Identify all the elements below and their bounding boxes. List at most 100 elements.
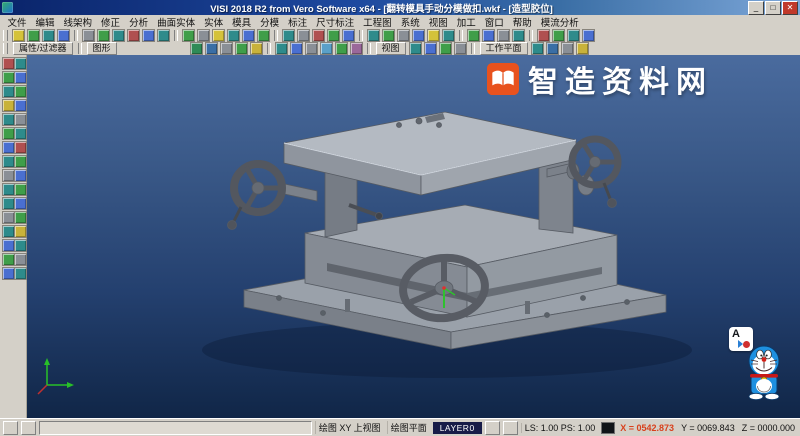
menu-item[interactable]: 实体 <box>200 15 228 29</box>
toolbar-icon[interactable] <box>454 42 467 55</box>
sidebar-icon[interactable] <box>14 183 27 196</box>
toolbar-icon[interactable] <box>561 42 574 55</box>
sidebar-icon[interactable] <box>14 169 27 182</box>
sidebar-icon[interactable] <box>14 113 27 126</box>
toolbar-icon[interactable] <box>350 42 363 55</box>
toolbar-icon[interactable] <box>282 29 295 42</box>
toolbar-icon[interactable] <box>142 29 155 42</box>
sidebar-icon[interactable] <box>14 197 27 210</box>
toolbar-icon[interactable] <box>335 42 348 55</box>
toolbar-icon[interactable] <box>482 29 495 42</box>
menu-item[interactable]: 加工 <box>452 15 480 29</box>
toolbar-icon[interactable] <box>312 29 325 42</box>
toolbar-icon[interactable] <box>439 42 452 55</box>
toolbar-icon[interactable] <box>531 42 544 55</box>
menu-item[interactable]: 窗口 <box>480 15 508 29</box>
status-attr-button[interactable] <box>503 421 518 435</box>
toolbar-icon[interactable] <box>112 29 125 42</box>
menu-item[interactable]: 标注 <box>284 15 312 29</box>
sidebar-icon[interactable] <box>14 141 27 154</box>
sidebar-icon[interactable] <box>14 253 27 266</box>
sidebar-icon[interactable] <box>14 267 27 280</box>
toolbar-group-label[interactable]: 工作平面 <box>480 42 528 55</box>
status-plane-label[interactable]: 绘图平面 <box>387 421 430 434</box>
status-snap-button[interactable] <box>3 421 18 435</box>
toolbar-icon[interactable] <box>305 42 318 55</box>
menu-item[interactable]: 分模 <box>256 15 284 29</box>
minimize-button[interactable]: _ <box>748 1 764 15</box>
toolbar-icon[interactable] <box>427 29 440 42</box>
toolbar-icon[interactable] <box>127 29 140 42</box>
toolbar-icon[interactable] <box>537 29 550 42</box>
toolbar-icon[interactable] <box>197 29 210 42</box>
toolbar-grip[interactable] <box>3 30 8 41</box>
status-layer-badge[interactable]: LAYER0 <box>433 422 482 434</box>
toolbar-icon[interactable] <box>27 29 40 42</box>
toolbar-icon[interactable] <box>576 42 589 55</box>
toolbar-icon[interactable] <box>582 29 595 42</box>
toolbar-icon[interactable] <box>157 29 170 42</box>
toolbar-icon[interactable] <box>12 29 25 42</box>
toolbar-icon[interactable] <box>57 29 70 42</box>
menu-item[interactable]: 系统 <box>396 15 424 29</box>
toolbar-icon[interactable] <box>552 29 565 42</box>
menu-item[interactable]: 模具 <box>228 15 256 29</box>
status-color-swatch[interactable] <box>601 422 615 434</box>
toolbar-icon[interactable] <box>512 29 525 42</box>
sidebar-icon[interactable] <box>14 71 27 84</box>
status-view-label[interactable]: 绘图 XY 上视图 <box>315 421 384 434</box>
menu-item[interactable]: 分析 <box>125 15 153 29</box>
toolbar-icon[interactable] <box>42 29 55 42</box>
toolbar-icon[interactable] <box>497 29 510 42</box>
toolbar-group-label[interactable]: 属性/过滤器 <box>13 42 73 55</box>
toolbar-icon[interactable] <box>242 29 255 42</box>
menu-item[interactable]: 视图 <box>424 15 452 29</box>
status-grid-button[interactable] <box>21 421 36 435</box>
menu-item[interactable]: 修正 <box>97 15 125 29</box>
status-layer-button[interactable] <box>485 421 500 435</box>
sidebar-icon[interactable] <box>14 99 27 112</box>
sidebar-icon[interactable] <box>14 127 27 140</box>
toolbar-grip[interactable] <box>3 43 8 54</box>
toolbar-icon[interactable] <box>250 42 263 55</box>
toolbar-icon[interactable] <box>82 29 95 42</box>
title-bar[interactable]: VISI 2018 R2 from Vero Software x64 - [翻… <box>0 0 800 15</box>
toolbar-icon[interactable] <box>342 29 355 42</box>
menu-item[interactable]: 编辑 <box>31 15 59 29</box>
toolbar-icon[interactable] <box>367 29 380 42</box>
toolbar-icon[interactable] <box>212 29 225 42</box>
menu-item[interactable]: 尺寸标注 <box>312 15 359 29</box>
toolbar-icon[interactable] <box>546 42 559 55</box>
maximize-button[interactable]: □ <box>765 1 781 15</box>
menu-item[interactable]: 曲面实体 <box>153 15 200 29</box>
sidebar-icon[interactable] <box>14 211 27 224</box>
toolbar-icon[interactable] <box>467 29 480 42</box>
toolbar-icon[interactable] <box>442 29 455 42</box>
toolbar-icon[interactable] <box>297 29 310 42</box>
toolbar-icon[interactable] <box>290 42 303 55</box>
toolbar-icon[interactable] <box>320 42 333 55</box>
sidebar-icon[interactable] <box>14 155 27 168</box>
menu-item[interactable]: 帮助 <box>508 15 536 29</box>
toolbar-icon[interactable] <box>205 42 218 55</box>
toolbar-icon[interactable] <box>97 29 110 42</box>
toolbar-icon[interactable] <box>190 42 203 55</box>
toolbar-icon[interactable] <box>275 42 288 55</box>
sidebar-icon[interactable] <box>14 85 27 98</box>
menu-item[interactable]: 线架构 <box>59 15 97 29</box>
toolbar-icon[interactable] <box>567 29 580 42</box>
toolbar-icon[interactable] <box>412 29 425 42</box>
toolbar-icon[interactable] <box>220 42 233 55</box>
toolbar-icon[interactable] <box>382 29 395 42</box>
sidebar-icon[interactable] <box>14 57 27 70</box>
sidebar-icon[interactable] <box>14 225 27 238</box>
menu-item[interactable]: 工程图 <box>359 15 397 29</box>
toolbar-icon[interactable] <box>257 29 270 42</box>
close-button[interactable]: ✕ <box>782 1 798 15</box>
menu-item[interactable]: 模流分析 <box>536 15 583 29</box>
toolbar-icon[interactable] <box>424 42 437 55</box>
3d-viewport[interactable]: 智造资料网 A <box>27 55 800 419</box>
toolbar-icon[interactable] <box>227 29 240 42</box>
menu-item[interactable]: 文件 <box>3 15 31 29</box>
toolbar-icon[interactable] <box>327 29 340 42</box>
